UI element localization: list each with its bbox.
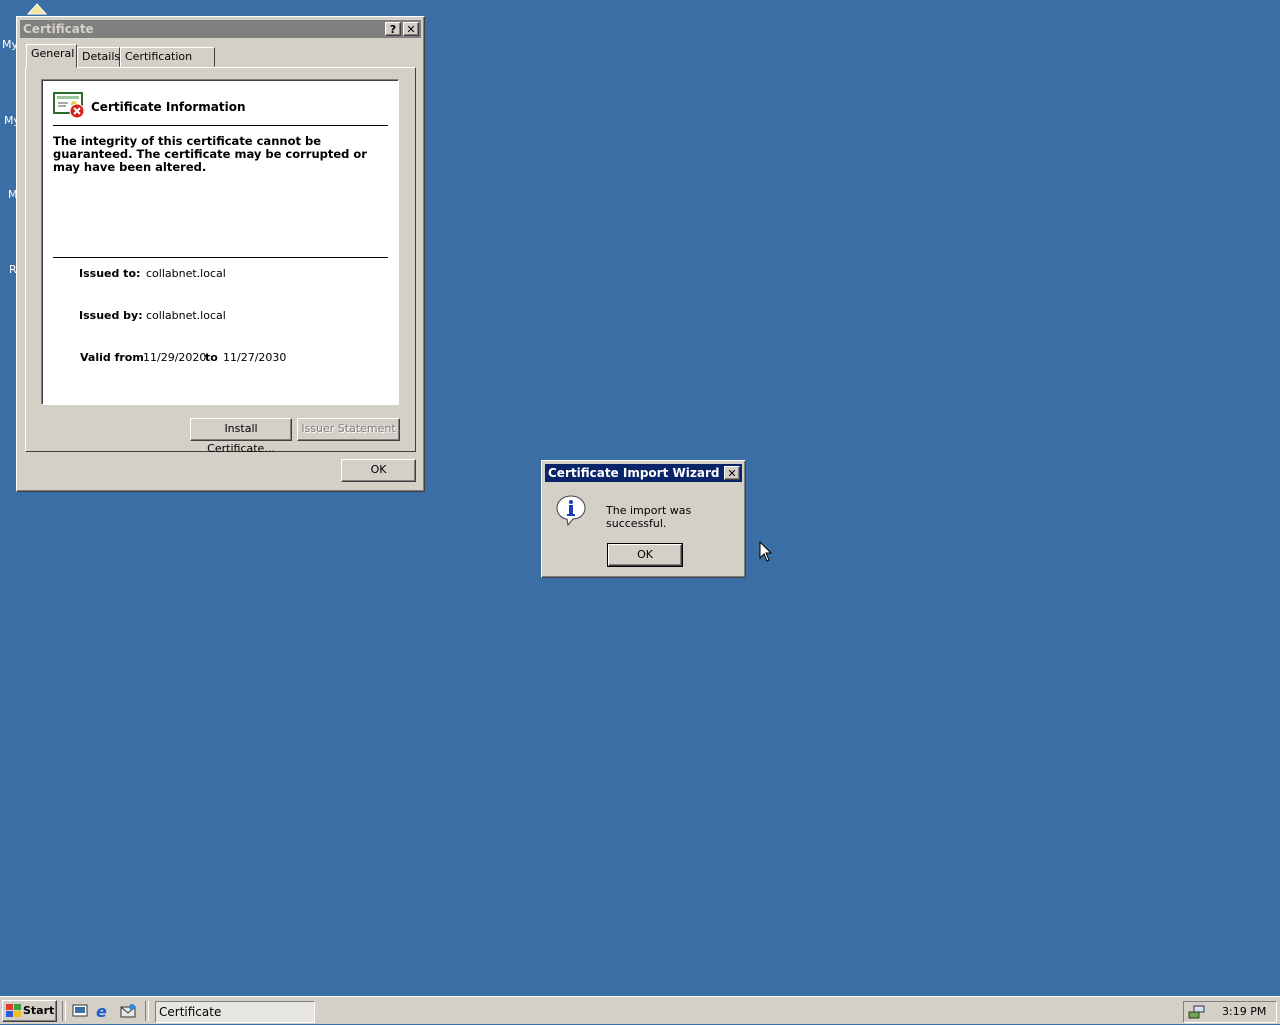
taskbar: Start e Certificate 3:19 PM <box>0 996 1280 1024</box>
valid-to-label: to <box>205 351 218 364</box>
valid-to-value[interactable]: 11/27/2030 <box>223 351 286 364</box>
tab-details[interactable]: Details <box>77 47 120 67</box>
certificate-info-heading: Certificate Information <box>91 100 246 114</box>
button-label: Install Certificate... <box>207 422 275 455</box>
tab-general[interactable]: General <box>26 44 77 68</box>
task-label: Certificate <box>159 1005 222 1019</box>
dialog-titlebar[interactable]: Certificate Import Wizard ✕ <box>545 464 742 482</box>
install-certificate-button[interactable]: Install Certificate... <box>190 418 292 455</box>
desktop-icon[interactable] <box>26 2 48 16</box>
valid-from-label: Valid from <box>80 351 144 364</box>
import-wizard-dialog: Certificate Import Wizard ✕ The import w… <box>541 460 746 578</box>
close-icon: ✕ <box>406 23 416 36</box>
close-button[interactable]: ✕ <box>403 22 419 36</box>
valid-from-value[interactable]: 11/29/2020 <box>143 351 206 364</box>
show-desktop-icon[interactable] <box>72 1003 88 1022</box>
outlook-express-icon[interactable] <box>120 1003 136 1022</box>
certificate-error-icon <box>53 91 85 119</box>
tab-label: General <box>31 47 75 60</box>
windows-logo-icon <box>6 1004 22 1025</box>
info-icon <box>555 494 587 527</box>
folder-icon <box>26 3 48 15</box>
button-label: OK <box>370 463 387 476</box>
window-titlebar[interactable]: Certificate ? ✕ <box>20 20 421 38</box>
issued-by-value[interactable]: collabnet.local <box>146 309 226 322</box>
taskbar-button-certificate[interactable]: Certificate <box>155 1001 315 1023</box>
divider <box>53 125 388 126</box>
tab-certification-path[interactable]: Certification Path <box>120 47 215 81</box>
help-button[interactable]: ? <box>385 22 401 36</box>
cert-ok-button[interactable]: OK <box>341 459 416 482</box>
separator <box>145 1001 149 1021</box>
import-message: The import was successful. <box>606 504 692 530</box>
window-title: Certificate <box>23 22 94 36</box>
start-button[interactable]: Start <box>2 1000 57 1022</box>
tab-label: Details <box>82 50 121 63</box>
issued-to-value[interactable]: collabnet.local <box>146 267 226 280</box>
button-label: OK <box>637 548 653 561</box>
mouse-cursor-icon <box>759 540 773 566</box>
help-icon: ? <box>389 23 397 36</box>
start-label: Start <box>23 1004 55 1017</box>
divider <box>53 257 388 258</box>
network-icon[interactable] <box>1188 1004 1206 1023</box>
wizard-ok-button[interactable]: OK <box>607 543 683 567</box>
clock[interactable]: 3:19 PM <box>1222 1005 1266 1018</box>
close-button[interactable]: ✕ <box>724 466 740 480</box>
integrity-warning-text: The integrity of this certificate cannot… <box>53 134 367 174</box>
close-icon: ✕ <box>727 467 737 480</box>
internet-explorer-icon[interactable]: e <box>96 1002 107 1021</box>
issued-to-label: Issued to: <box>79 267 141 280</box>
system-tray: 3:19 PM <box>1183 1001 1277 1023</box>
issued-by-label: Issued by: <box>79 309 143 322</box>
separator <box>62 1001 66 1021</box>
button-label: Issuer Statement <box>301 422 396 435</box>
issuer-statement-button[interactable]: Issuer Statement <box>297 418 400 441</box>
dialog-title: Certificate Import Wizard <box>548 466 720 480</box>
